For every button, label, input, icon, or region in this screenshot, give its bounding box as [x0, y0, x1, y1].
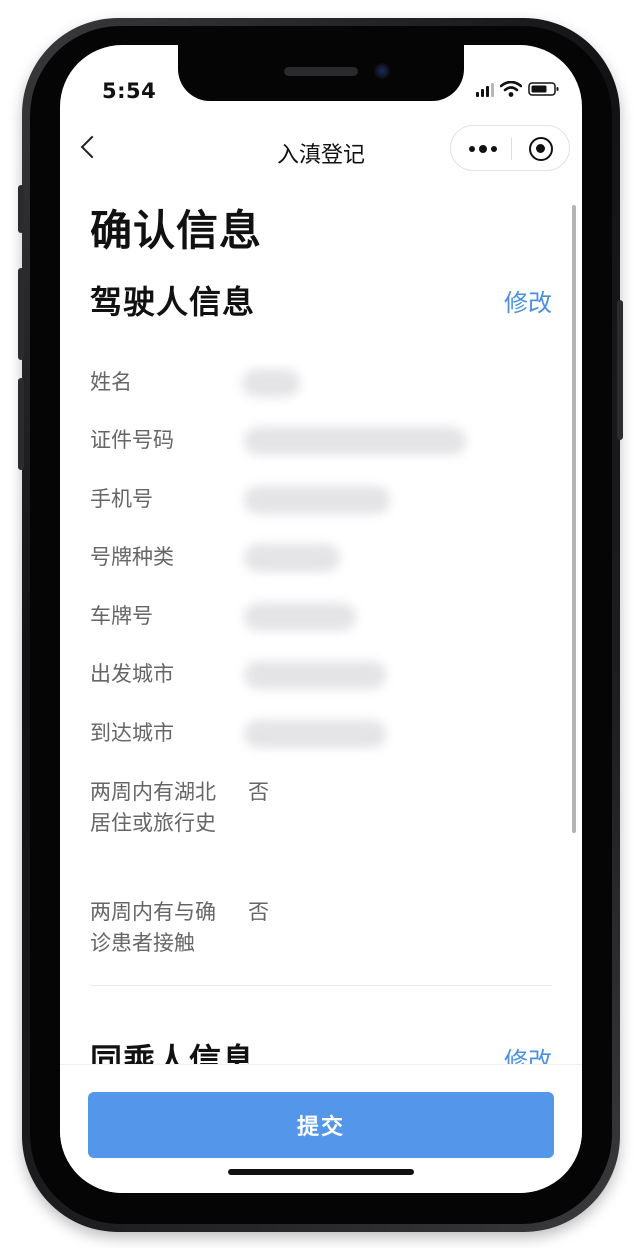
front-camera [374, 63, 390, 79]
value-hubei-history: 否 [248, 780, 269, 804]
power-button [617, 300, 623, 440]
mini-program-capsule [450, 125, 570, 171]
driver-edit-link[interactable]: 修改 [504, 283, 552, 318]
page-title: 确认信息 [90, 206, 263, 255]
submit-button[interactable]: 提交 [88, 1092, 554, 1158]
volume-up-button [18, 268, 24, 360]
label-departure-city: 出发城市 [90, 662, 174, 686]
label-arrival-city: 到达城市 [90, 721, 174, 745]
wifi-icon [500, 81, 522, 97]
label-name: 姓名 [90, 370, 132, 394]
status-icons [476, 81, 560, 97]
phone-screen: 5:54 入滇登记 确认信息 驾驶人信息 修改 姓名 证件号码 手机号 号牌种类… [60, 45, 582, 1193]
speaker-grille [284, 67, 358, 76]
redacted-phone [244, 486, 390, 514]
label-contact-history: 两周内有与确诊患者接触 [90, 900, 216, 955]
close-target-icon[interactable] [529, 137, 553, 161]
label-plate-type: 号牌种类 [90, 545, 174, 569]
label-plate-number: 车牌号 [90, 604, 153, 628]
value-contact-history: 否 [248, 900, 269, 924]
label-hubei-history: 两周内有湖北居住或旅行史 [90, 780, 216, 835]
driver-section-title: 驾驶人信息 [90, 283, 256, 321]
redacted-id-number [244, 427, 466, 455]
status-time: 5:54 [102, 79, 157, 103]
redacted-plate-type [244, 544, 340, 572]
bottom-action-bar: 提交 [60, 1064, 582, 1193]
home-indicator[interactable] [228, 1169, 414, 1175]
scrollbar[interactable] [572, 205, 576, 833]
section-divider [90, 985, 552, 986]
silent-switch [18, 185, 24, 233]
more-dots-icon[interactable] [469, 145, 497, 153]
signal-icon [476, 81, 494, 97]
redacted-departure-city [244, 661, 386, 689]
notch [178, 45, 464, 101]
label-phone: 手机号 [90, 487, 153, 511]
redacted-plate-number [244, 603, 356, 631]
label-id-number: 证件号码 [90, 428, 174, 452]
capsule-divider [511, 138, 512, 160]
volume-down-button [18, 378, 24, 470]
battery-icon [528, 82, 559, 96]
navigation-bar: 入滇登记 [60, 115, 582, 185]
redacted-name [242, 369, 300, 397]
redacted-arrival-city [244, 720, 386, 748]
